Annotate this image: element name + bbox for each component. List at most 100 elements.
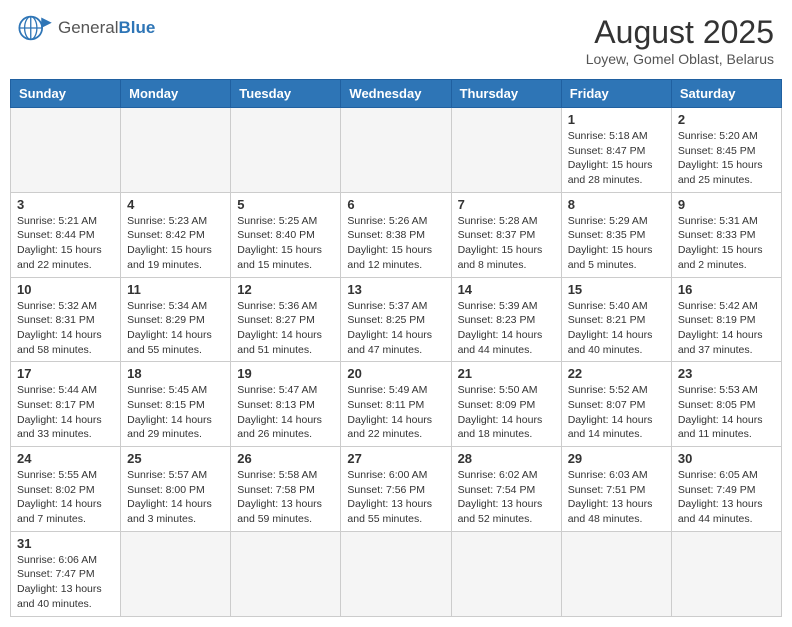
- day-info: Sunrise: 5:57 AM Sunset: 8:00 PM Dayligh…: [127, 468, 224, 527]
- calendar-cell: 7Sunrise: 5:28 AM Sunset: 8:37 PM Daylig…: [451, 192, 561, 277]
- day-info: Sunrise: 6:06 AM Sunset: 7:47 PM Dayligh…: [17, 553, 114, 612]
- calendar-cell: [561, 531, 671, 616]
- week-row-1: 1 Sunrise: 5:18 AM Sunset: 8:47 PM Daylig…: [11, 108, 782, 193]
- logo: GeneralBlue: [18, 14, 155, 42]
- day-info: Sunrise: 5:55 AM Sunset: 8:02 PM Dayligh…: [17, 468, 114, 527]
- day-info: Sunrise: 5:50 AM Sunset: 8:09 PM Dayligh…: [458, 383, 555, 442]
- calendar-cell: 29 Sunrise: 6:03 AM Sunset: 7:51 PM Dayli…: [561, 447, 671, 532]
- calendar-cell: 10Sunrise: 5:32 AM Sunset: 8:31 PM Dayli…: [11, 277, 121, 362]
- title-area: August 2025 Loyew, Gomel Oblast, Belarus: [586, 14, 774, 67]
- day-info: Sunrise: 5:29 AM Sunset: 8:35 PM Dayligh…: [568, 214, 665, 273]
- day-number: 13: [347, 282, 444, 297]
- day-number: 31: [17, 536, 114, 551]
- calendar-cell: [231, 531, 341, 616]
- calendar-cell: 25 Sunrise: 5:57 AM Sunset: 8:00 PM Dayli…: [121, 447, 231, 532]
- day-info: Sunrise: 5:23 AM Sunset: 8:42 PM Dayligh…: [127, 214, 224, 273]
- logo-text: GeneralBlue: [58, 18, 155, 38]
- day-info: Sunrise: 5:40 AM Sunset: 8:21 PM Dayligh…: [568, 299, 665, 358]
- calendar-cell: [671, 531, 781, 616]
- calendar-cell: 13 Sunrise: 5:37 AM Sunset: 8:25 PM Dayli…: [341, 277, 451, 362]
- calendar-cell: 30 Sunrise: 6:05 AM Sunset: 7:49 PM Dayli…: [671, 447, 781, 532]
- day-number: 2: [678, 112, 775, 127]
- calendar-cell: 15 Sunrise: 5:40 AM Sunset: 8:21 PM Dayli…: [561, 277, 671, 362]
- calendar-cell: [451, 531, 561, 616]
- day-number: 28: [458, 451, 555, 466]
- calendar-cell: [451, 108, 561, 193]
- day-number: 30: [678, 451, 775, 466]
- day-number: 16: [678, 282, 775, 297]
- day-number: 23: [678, 366, 775, 381]
- day-info: Sunrise: 5:52 AM Sunset: 8:07 PM Dayligh…: [568, 383, 665, 442]
- day-number: 20: [347, 366, 444, 381]
- day-number: 1: [568, 112, 665, 127]
- day-number: 25: [127, 451, 224, 466]
- calendar-cell: 18Sunrise: 5:45 AM Sunset: 8:15 PM Dayli…: [121, 362, 231, 447]
- day-info: Sunrise: 5:53 AM Sunset: 8:05 PM Dayligh…: [678, 383, 775, 442]
- calendar-cell: 24 Sunrise: 5:55 AM Sunset: 8:02 PM Dayli…: [11, 447, 121, 532]
- calendar-cell: 22Sunrise: 5:52 AM Sunset: 8:07 PM Dayli…: [561, 362, 671, 447]
- day-number: 7: [458, 197, 555, 212]
- day-info: Sunrise: 5:26 AM Sunset: 8:38 PM Dayligh…: [347, 214, 444, 273]
- calendar-cell: [121, 108, 231, 193]
- day-number: 15: [568, 282, 665, 297]
- calendar: SundayMondayTuesdayWednesdayThursdayFrid…: [10, 79, 782, 617]
- day-number: 29: [568, 451, 665, 466]
- week-row-6: 31 Sunrise: 6:06 AM Sunset: 7:47 PM Dayli…: [11, 531, 782, 616]
- day-number: 4: [127, 197, 224, 212]
- header-sunday: Sunday: [11, 80, 121, 108]
- calendar-cell: 28 Sunrise: 6:02 AM Sunset: 7:54 PM Dayli…: [451, 447, 561, 532]
- calendar-cell: 14Sunrise: 5:39 AM Sunset: 8:23 PM Dayli…: [451, 277, 561, 362]
- day-number: 21: [458, 366, 555, 381]
- calendar-cell: 27Sunrise: 6:00 AM Sunset: 7:56 PM Dayli…: [341, 447, 451, 532]
- month-title: August 2025: [586, 14, 774, 51]
- day-info: Sunrise: 5:58 AM Sunset: 7:58 PM Dayligh…: [237, 468, 334, 527]
- day-info: Sunrise: 5:45 AM Sunset: 8:15 PM Dayligh…: [127, 383, 224, 442]
- calendar-cell: 23 Sunrise: 5:53 AM Sunset: 8:05 PM Dayli…: [671, 362, 781, 447]
- calendar-header-row: SundayMondayTuesdayWednesdayThursdayFrid…: [11, 80, 782, 108]
- calendar-cell: 19 Sunrise: 5:47 AM Sunset: 8:13 PM Dayli…: [231, 362, 341, 447]
- day-number: 19: [237, 366, 334, 381]
- calendar-cell: 5 Sunrise: 5:25 AM Sunset: 8:40 PM Daylig…: [231, 192, 341, 277]
- calendar-cell: [11, 108, 121, 193]
- day-info: Sunrise: 5:34 AM Sunset: 8:29 PM Dayligh…: [127, 299, 224, 358]
- day-number: 14: [458, 282, 555, 297]
- calendar-cell: 31 Sunrise: 6:06 AM Sunset: 7:47 PM Dayli…: [11, 531, 121, 616]
- day-info: Sunrise: 6:03 AM Sunset: 7:51 PM Dayligh…: [568, 468, 665, 527]
- day-number: 26: [237, 451, 334, 466]
- day-number: 17: [17, 366, 114, 381]
- calendar-cell: 21 Sunrise: 5:50 AM Sunset: 8:09 PM Dayli…: [451, 362, 561, 447]
- week-row-2: 3Sunrise: 5:21 AM Sunset: 8:44 PM Daylig…: [11, 192, 782, 277]
- day-info: Sunrise: 5:37 AM Sunset: 8:25 PM Dayligh…: [347, 299, 444, 358]
- day-info: Sunrise: 5:18 AM Sunset: 8:47 PM Dayligh…: [568, 129, 665, 188]
- day-info: Sunrise: 6:02 AM Sunset: 7:54 PM Dayligh…: [458, 468, 555, 527]
- calendar-cell: [121, 531, 231, 616]
- logo-icon: [18, 14, 54, 42]
- calendar-cell: 16 Sunrise: 5:42 AM Sunset: 8:19 PM Dayli…: [671, 277, 781, 362]
- day-info: Sunrise: 5:25 AM Sunset: 8:40 PM Dayligh…: [237, 214, 334, 273]
- day-info: Sunrise: 5:47 AM Sunset: 8:13 PM Dayligh…: [237, 383, 334, 442]
- day-number: 6: [347, 197, 444, 212]
- week-row-3: 10Sunrise: 5:32 AM Sunset: 8:31 PM Dayli…: [11, 277, 782, 362]
- calendar-cell: 17Sunrise: 5:44 AM Sunset: 8:17 PM Dayli…: [11, 362, 121, 447]
- header-tuesday: Tuesday: [231, 80, 341, 108]
- calendar-cell: 8Sunrise: 5:29 AM Sunset: 8:35 PM Daylig…: [561, 192, 671, 277]
- day-info: Sunrise: 6:05 AM Sunset: 7:49 PM Dayligh…: [678, 468, 775, 527]
- calendar-cell: [341, 108, 451, 193]
- day-number: 24: [17, 451, 114, 466]
- day-number: 12: [237, 282, 334, 297]
- calendar-cell: 4 Sunrise: 5:23 AM Sunset: 8:42 PM Daylig…: [121, 192, 231, 277]
- day-number: 3: [17, 197, 114, 212]
- calendar-cell: 20Sunrise: 5:49 AM Sunset: 8:11 PM Dayli…: [341, 362, 451, 447]
- header-friday: Friday: [561, 80, 671, 108]
- location-subtitle: Loyew, Gomel Oblast, Belarus: [586, 51, 774, 67]
- day-number: 5: [237, 197, 334, 212]
- week-row-5: 24 Sunrise: 5:55 AM Sunset: 8:02 PM Dayli…: [11, 447, 782, 532]
- day-number: 11: [127, 282, 224, 297]
- week-row-4: 17Sunrise: 5:44 AM Sunset: 8:17 PM Dayli…: [11, 362, 782, 447]
- day-info: Sunrise: 5:42 AM Sunset: 8:19 PM Dayligh…: [678, 299, 775, 358]
- calendar-cell: 1 Sunrise: 5:18 AM Sunset: 8:47 PM Daylig…: [561, 108, 671, 193]
- day-info: Sunrise: 5:20 AM Sunset: 8:45 PM Dayligh…: [678, 129, 775, 188]
- day-info: Sunrise: 6:00 AM Sunset: 7:56 PM Dayligh…: [347, 468, 444, 527]
- header-wednesday: Wednesday: [341, 80, 451, 108]
- header: GeneralBlue August 2025 Loyew, Gomel Obl…: [10, 10, 782, 71]
